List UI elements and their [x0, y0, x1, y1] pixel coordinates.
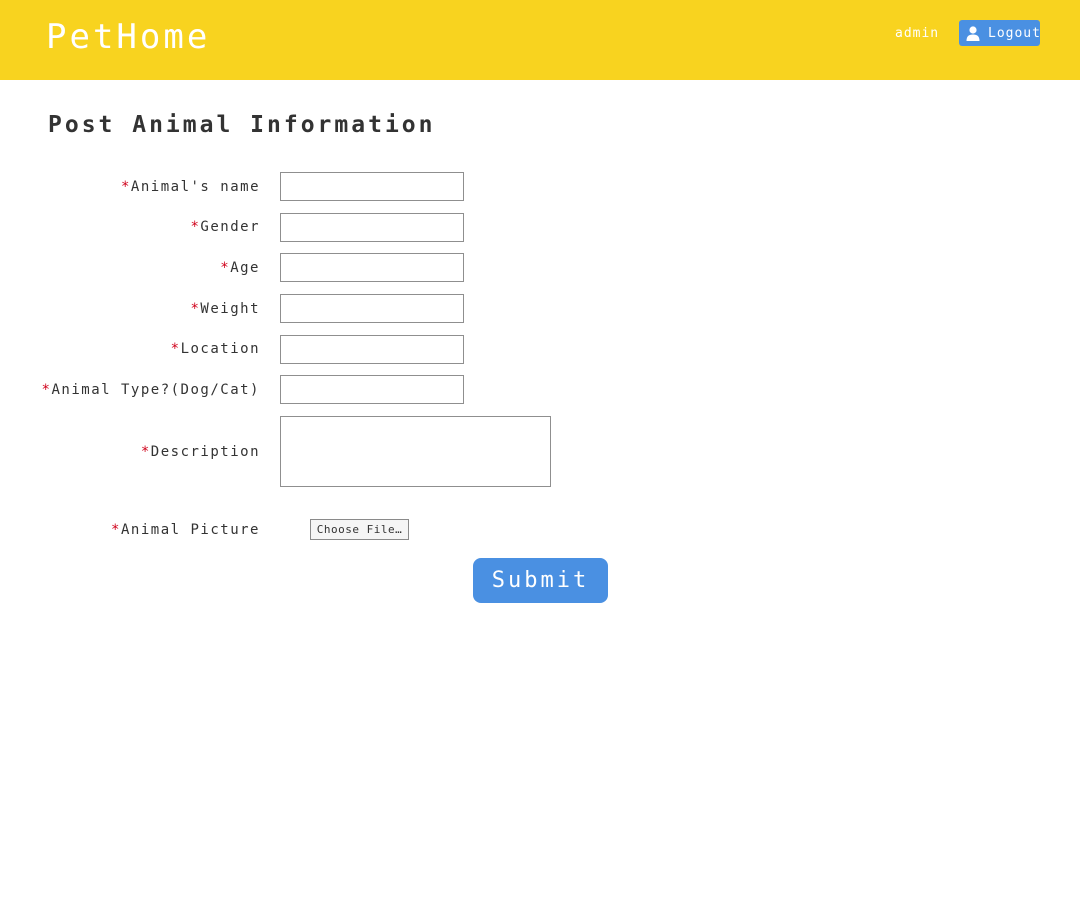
- logout-label: Logout: [988, 25, 1041, 41]
- description-label: *Description: [140, 444, 260, 460]
- age-input[interactable]: [280, 253, 464, 282]
- logout-button[interactable]: Logout: [959, 20, 1040, 46]
- choose-file-button[interactable]: Choose File…: [310, 519, 409, 540]
- username-label[interactable]: admin: [895, 25, 939, 43]
- gender-input[interactable]: [280, 213, 464, 242]
- required-marker: *: [41, 382, 52, 398]
- required-marker: *: [220, 260, 231, 276]
- required-marker: *: [190, 301, 201, 317]
- description-textarea[interactable]: [280, 416, 551, 487]
- weight-input[interactable]: [280, 294, 464, 323]
- required-marker: *: [170, 341, 181, 357]
- gender-label: *Gender: [190, 219, 260, 235]
- page-title: Post Animal Information: [48, 112, 436, 138]
- location-input[interactable]: [280, 335, 464, 364]
- age-label: *Age: [220, 260, 260, 276]
- top-navbar: PetHome admin Logout: [0, 0, 1080, 80]
- required-marker: *: [190, 219, 201, 235]
- weight-label: *Weight: [190, 301, 260, 317]
- required-marker: *: [111, 522, 121, 538]
- animal-name-input[interactable]: [280, 172, 464, 201]
- animal-type-label: *Animal Type?(Dog/Cat): [41, 382, 260, 398]
- user-icon: [966, 25, 980, 41]
- animal-type-input[interactable]: [280, 375, 464, 404]
- required-marker: *: [140, 444, 151, 460]
- required-marker: *: [120, 179, 131, 195]
- animal-picture-label: *Animal Picture: [111, 522, 260, 538]
- animal-name-label: *Animal's name: [120, 179, 260, 195]
- submit-button[interactable]: Submit: [473, 558, 608, 603]
- brand-logo[interactable]: PetHome: [46, 16, 210, 58]
- location-label: *Location: [170, 341, 260, 357]
